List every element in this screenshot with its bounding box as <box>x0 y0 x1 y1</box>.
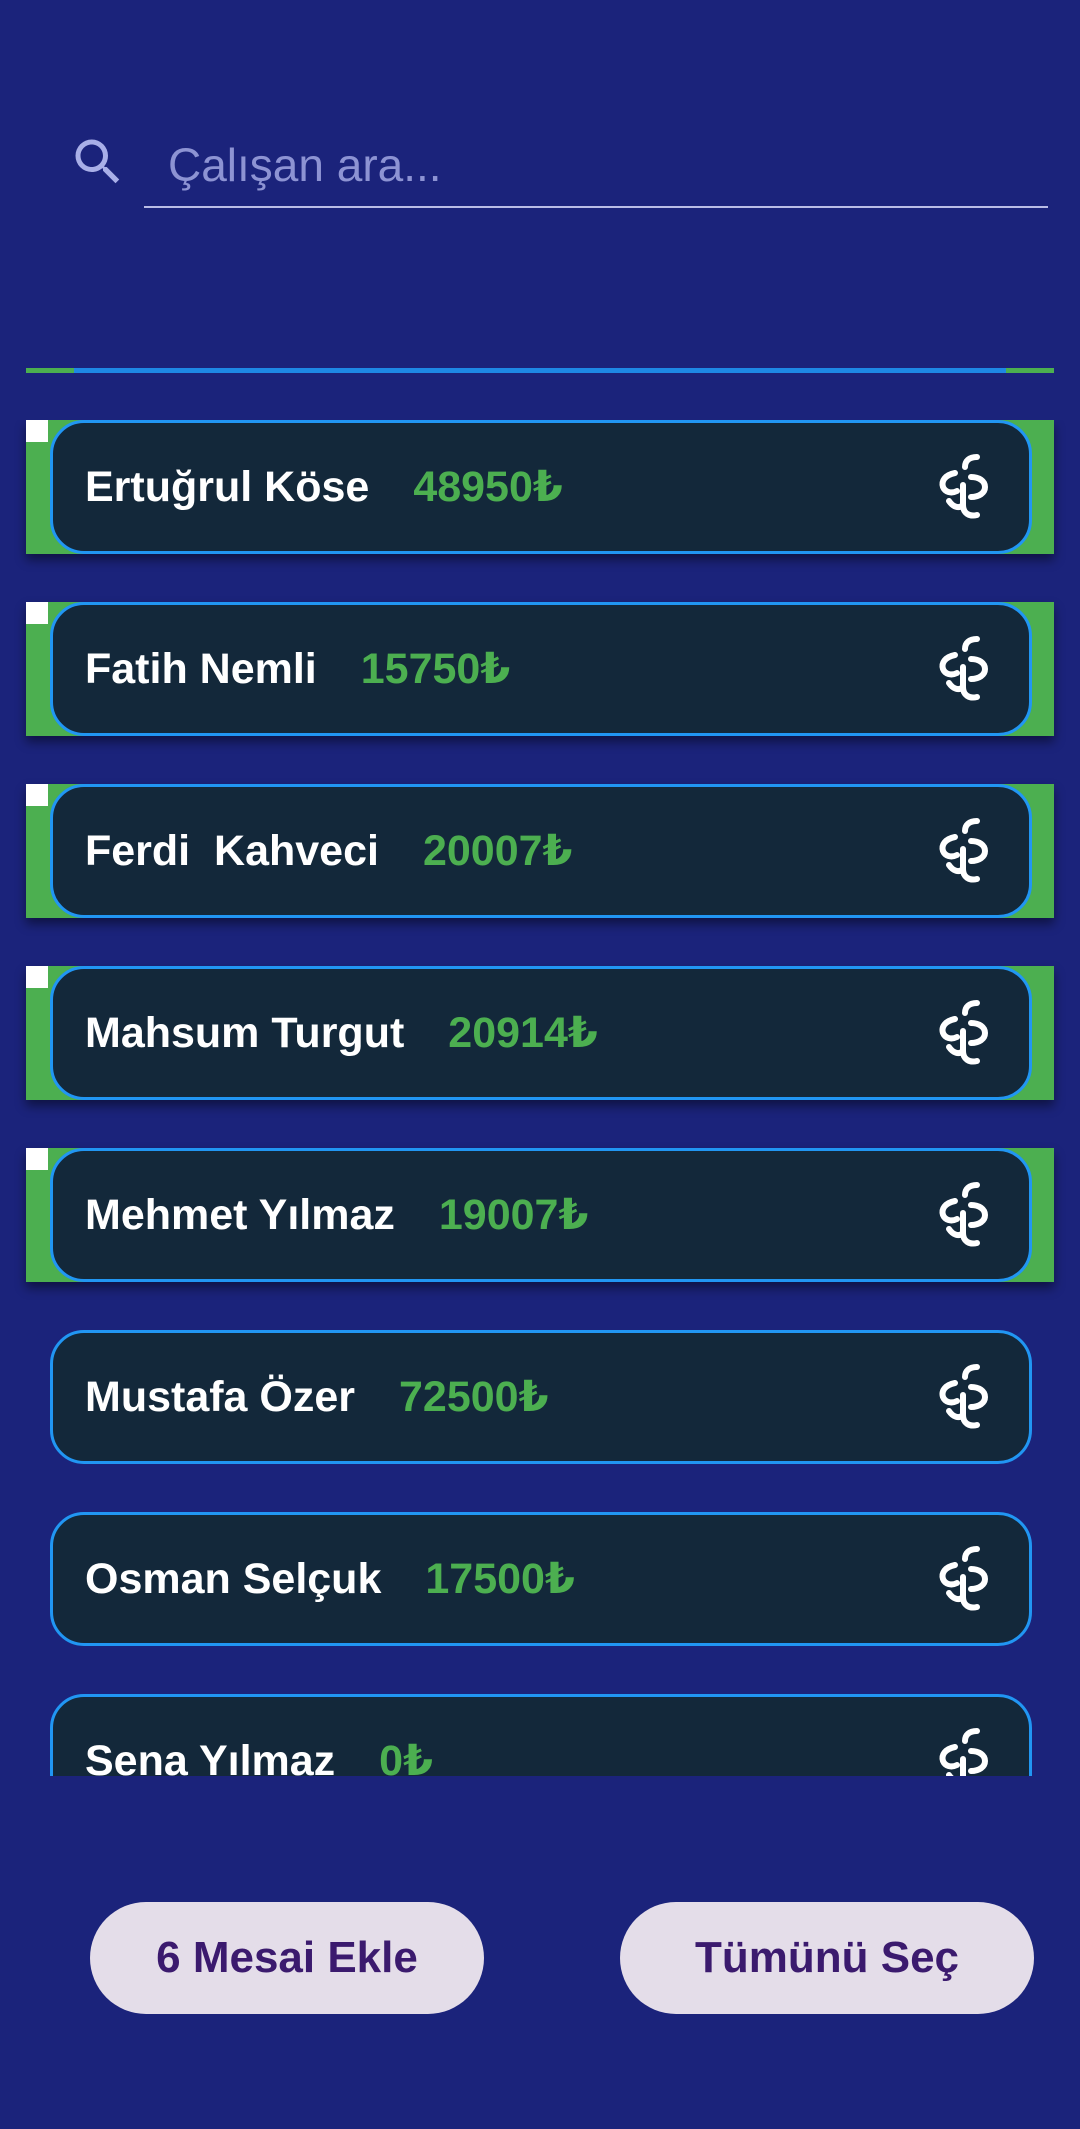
search-icon <box>75 139 120 184</box>
employee-card[interactable]: Mehmet Yılmaz 19007₺ <box>50 1148 1032 1282</box>
selection-checkbox[interactable] <box>26 420 48 442</box>
tool-icon[interactable] <box>933 1725 997 1776</box>
employee-salary: 15750₺ <box>360 645 511 693</box>
employee-row[interactable]: Mahsum Turgut 20914₺ <box>26 966 1054 1100</box>
employee-salary: 0₺ <box>379 1737 434 1776</box>
employee-row[interactable]: Osman Selçuk 17500₺ <box>26 1512 1054 1646</box>
employee-salary: 17500₺ <box>425 1555 575 1603</box>
tool-icon[interactable] <box>933 633 997 705</box>
selection-checkbox[interactable] <box>26 784 48 806</box>
employee-card[interactable]: Osman Selçuk 17500₺ <box>50 1512 1032 1646</box>
tool-icon[interactable] <box>933 997 997 1069</box>
selection-checkbox[interactable] <box>26 602 48 624</box>
selection-checkbox[interactable] <box>26 1148 48 1170</box>
add-overtime-button[interactable]: 6 Mesai Ekle <box>90 1902 484 2014</box>
employee-salary: 20007₺ <box>422 827 573 875</box>
employee-row[interactable]: Mustafa Özer 72500₺ <box>26 1330 1054 1464</box>
employee-card[interactable]: Ertuğrul Köse 48950₺ <box>50 420 1032 554</box>
tool-icon[interactable] <box>933 1179 997 1251</box>
search-bar <box>0 100 1080 240</box>
tool-icon[interactable] <box>933 815 997 887</box>
employee-name: Ferdi Kahveci <box>85 826 379 875</box>
employee-card[interactable]: Fatih Nemli 15750₺ <box>50 602 1032 736</box>
selection-checkbox[interactable] <box>26 966 48 988</box>
employee-row[interactable]: Ertuğrul Köse 48950₺ <box>26 420 1054 554</box>
employee-name: Mustafa Özer <box>85 1372 356 1421</box>
employee-row[interactable]: Fatih Nemli 15750₺ <box>26 602 1054 736</box>
tool-icon[interactable] <box>933 1361 997 1433</box>
employee-row[interactable]: Ferdi Kahveci 20007₺ <box>26 784 1054 918</box>
employee-name: Mehmet Yılmaz <box>85 1190 395 1239</box>
employee-list[interactable]: Ertuğrul Köse 48950₺ Fatih Nemli 15750₺ … <box>0 420 1080 1776</box>
employee-salary: 20914₺ <box>448 1009 598 1057</box>
employee-salary: 72500₺ <box>399 1373 549 1421</box>
tool-icon[interactable] <box>933 451 997 523</box>
employee-card[interactable]: Mahsum Turgut 20914₺ <box>50 966 1032 1100</box>
employee-row[interactable]: Mehmet Yılmaz 19007₺ <box>26 1148 1054 1282</box>
employee-name: Osman Selçuk <box>85 1554 382 1603</box>
employee-row[interactable]: Sena Yılmaz 0₺ <box>26 1694 1054 1776</box>
employee-name: Sena Yılmaz <box>85 1736 336 1777</box>
employee-salary: 48950₺ <box>413 463 563 511</box>
employee-card[interactable]: Ferdi Kahveci 20007₺ <box>50 784 1032 918</box>
employee-name: Ertuğrul Köse <box>85 462 370 511</box>
employee-name: Fatih Nemli <box>85 644 317 693</box>
tool-icon[interactable] <box>933 1543 997 1615</box>
employee-card[interactable]: Sena Yılmaz 0₺ <box>50 1694 1032 1776</box>
employee-name: Mahsum Turgut <box>85 1008 405 1057</box>
list-header-divider <box>26 368 1054 373</box>
employee-salary: 19007₺ <box>438 1191 589 1239</box>
search-input[interactable] <box>144 124 1048 208</box>
employee-card[interactable]: Mustafa Özer 72500₺ <box>50 1330 1032 1464</box>
select-all-button[interactable]: Tümünü Seç <box>620 1902 1034 2014</box>
